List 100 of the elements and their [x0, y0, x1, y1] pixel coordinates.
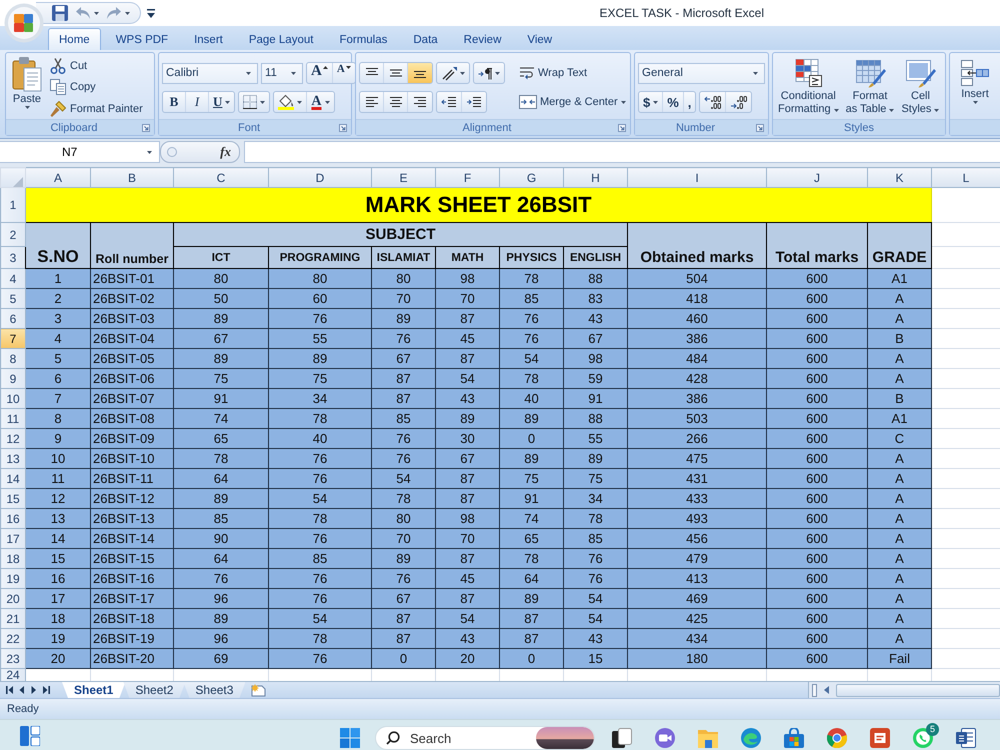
new-sheet-icon[interactable] [251, 683, 268, 697]
column-header[interactable]: G [500, 168, 564, 188]
dialog-launcher-icon[interactable] [618, 124, 626, 132]
copy-button[interactable]: Copy [48, 77, 145, 98]
triangle-left-icon[interactable] [19, 686, 25, 694]
percent-button[interactable]: % [663, 92, 684, 112]
circle-app-icon[interactable] [827, 728, 847, 748]
grow-font-button[interactable]: A [307, 63, 333, 83]
column-header[interactable]: H [564, 168, 628, 188]
row-header[interactable]: 24 [0, 668, 26, 681]
column-header[interactable]: K [868, 168, 932, 188]
row-header[interactable]: 4 [0, 268, 26, 288]
sheet-tab[interactable]: Sheet1 [62, 682, 126, 698]
row-header[interactable]: 1 [0, 188, 26, 222]
column-header[interactable]: D [268, 168, 372, 188]
row-header[interactable]: 18 [0, 548, 26, 568]
customize-menu-icon[interactable] [147, 8, 155, 18]
ribbon-tab[interactable]: Data [402, 28, 449, 50]
row-header[interactable]: 12 [0, 428, 26, 448]
align-bottom-button[interactable] [408, 63, 432, 83]
ribbon-tab[interactable]: Home [48, 28, 101, 50]
column-header[interactable]: L [932, 168, 1000, 188]
conditional-formatting-button[interactable]: Conditional Formatting [776, 55, 841, 119]
comma-style-button[interactable]: , [684, 92, 696, 112]
italic-button[interactable]: I [186, 92, 209, 112]
row-header[interactable]: 13 [0, 448, 26, 468]
row-header[interactable]: 2 [0, 222, 26, 246]
insert-function-button[interactable]: fx [218, 144, 233, 160]
ribbon-tab[interactable]: WPS PDF [104, 28, 180, 50]
row-header[interactable]: 10 [0, 388, 26, 408]
ribbon-tab[interactable]: View [516, 28, 564, 50]
column-header[interactable]: B [90, 168, 174, 188]
column-header[interactable]: C [174, 168, 268, 188]
column-header[interactable]: F [436, 168, 500, 188]
font-color-button[interactable]: A [307, 92, 334, 112]
split-handle-icon[interactable] [812, 684, 817, 696]
sheet-tab[interactable]: Sheet3 [183, 682, 246, 698]
number-format-field[interactable]: General [638, 62, 765, 84]
column-header[interactable]: I [628, 168, 766, 188]
row-header[interactable]: 8 [0, 348, 26, 368]
search-field[interactable]: Search [375, 726, 595, 750]
dialog-launcher-icon[interactable] [756, 124, 764, 132]
document-icon[interactable] [956, 728, 976, 748]
ribbon-tab[interactable]: Page Layout [238, 28, 324, 50]
ribbon-tab[interactable]: Insert [183, 28, 234, 50]
save-icon[interactable] [52, 5, 68, 21]
row-header[interactable]: 20 [0, 588, 26, 608]
triangle-right-icon[interactable] [31, 686, 37, 694]
underline-button[interactable]: U [209, 92, 234, 112]
column-header[interactable]: J [766, 168, 868, 188]
overlapping-windows-icon[interactable] [612, 728, 632, 748]
ribbon-tab[interactable]: Review [452, 28, 512, 50]
row-header[interactable]: 16 [0, 508, 26, 528]
shrink-font-button[interactable]: A [332, 63, 355, 83]
column-header[interactable]: A [26, 168, 90, 188]
format-as-table-button[interactable]: Format as Table [844, 55, 896, 119]
currency-button[interactable]: $ [639, 92, 664, 112]
paste-button[interactable]: Paste [9, 55, 45, 119]
row-header[interactable]: 23 [0, 648, 26, 668]
horizontal-scrollbar[interactable] [808, 682, 1000, 698]
dialog-launcher-icon[interactable] [142, 124, 150, 132]
insert-cells-button[interactable]: Insert [957, 55, 993, 119]
font-size-field[interactable]: 11 [261, 62, 303, 84]
row-header[interactable]: 7 [0, 328, 26, 348]
row-header[interactable]: 9 [0, 368, 26, 388]
sheet-tab[interactable]: Sheet2 [123, 682, 186, 698]
cell-styles-button[interactable]: Cell Styles [899, 55, 942, 119]
column-header[interactable]: E [372, 168, 436, 188]
video-camera-icon[interactable] [655, 728, 675, 748]
row-header[interactable]: 6 [0, 308, 26, 328]
dialog-launcher-icon[interactable] [339, 124, 347, 132]
folder-icon[interactable] [698, 728, 718, 748]
row-header[interactable]: 5 [0, 288, 26, 308]
widgets-icon[interactable] [20, 726, 40, 746]
wrap-text-button[interactable]: Wrap Text [517, 62, 628, 84]
format-painter-button[interactable]: Format Painter [48, 98, 145, 119]
slides-app-icon[interactable] [870, 728, 890, 748]
scroll-thumb[interactable] [836, 684, 1000, 696]
row-header[interactable]: 14 [0, 468, 26, 488]
row-header[interactable]: 3 [0, 246, 26, 268]
merge-center-button[interactable]: Merge & Center [517, 91, 628, 113]
row-header[interactable]: 15 [0, 488, 26, 508]
skip-left-icon[interactable] [6, 686, 13, 694]
row-header[interactable]: 11 [0, 408, 26, 428]
windows-logo-icon[interactable] [340, 728, 360, 748]
skip-right-icon[interactable] [43, 686, 50, 694]
name-box[interactable]: N7 [0, 141, 160, 163]
scroll-left-icon[interactable] [823, 685, 830, 695]
row-header[interactable]: 21 [0, 608, 26, 628]
shopping-bag-icon[interactable] [784, 728, 804, 748]
bold-button[interactable]: B [163, 92, 186, 112]
ribbon-tab[interactable]: Formulas [328, 28, 398, 50]
row-header[interactable]: 22 [0, 628, 26, 648]
cut-button[interactable]: Cut [48, 56, 145, 76]
font-name-field[interactable]: Calibri [162, 62, 258, 84]
row-header[interactable]: 17 [0, 528, 26, 548]
swirl-app-icon[interactable] [741, 728, 761, 748]
search-input[interactable]: Search [408, 730, 528, 746]
row-header[interactable]: 19 [0, 568, 26, 588]
formula-input[interactable] [244, 141, 1000, 163]
